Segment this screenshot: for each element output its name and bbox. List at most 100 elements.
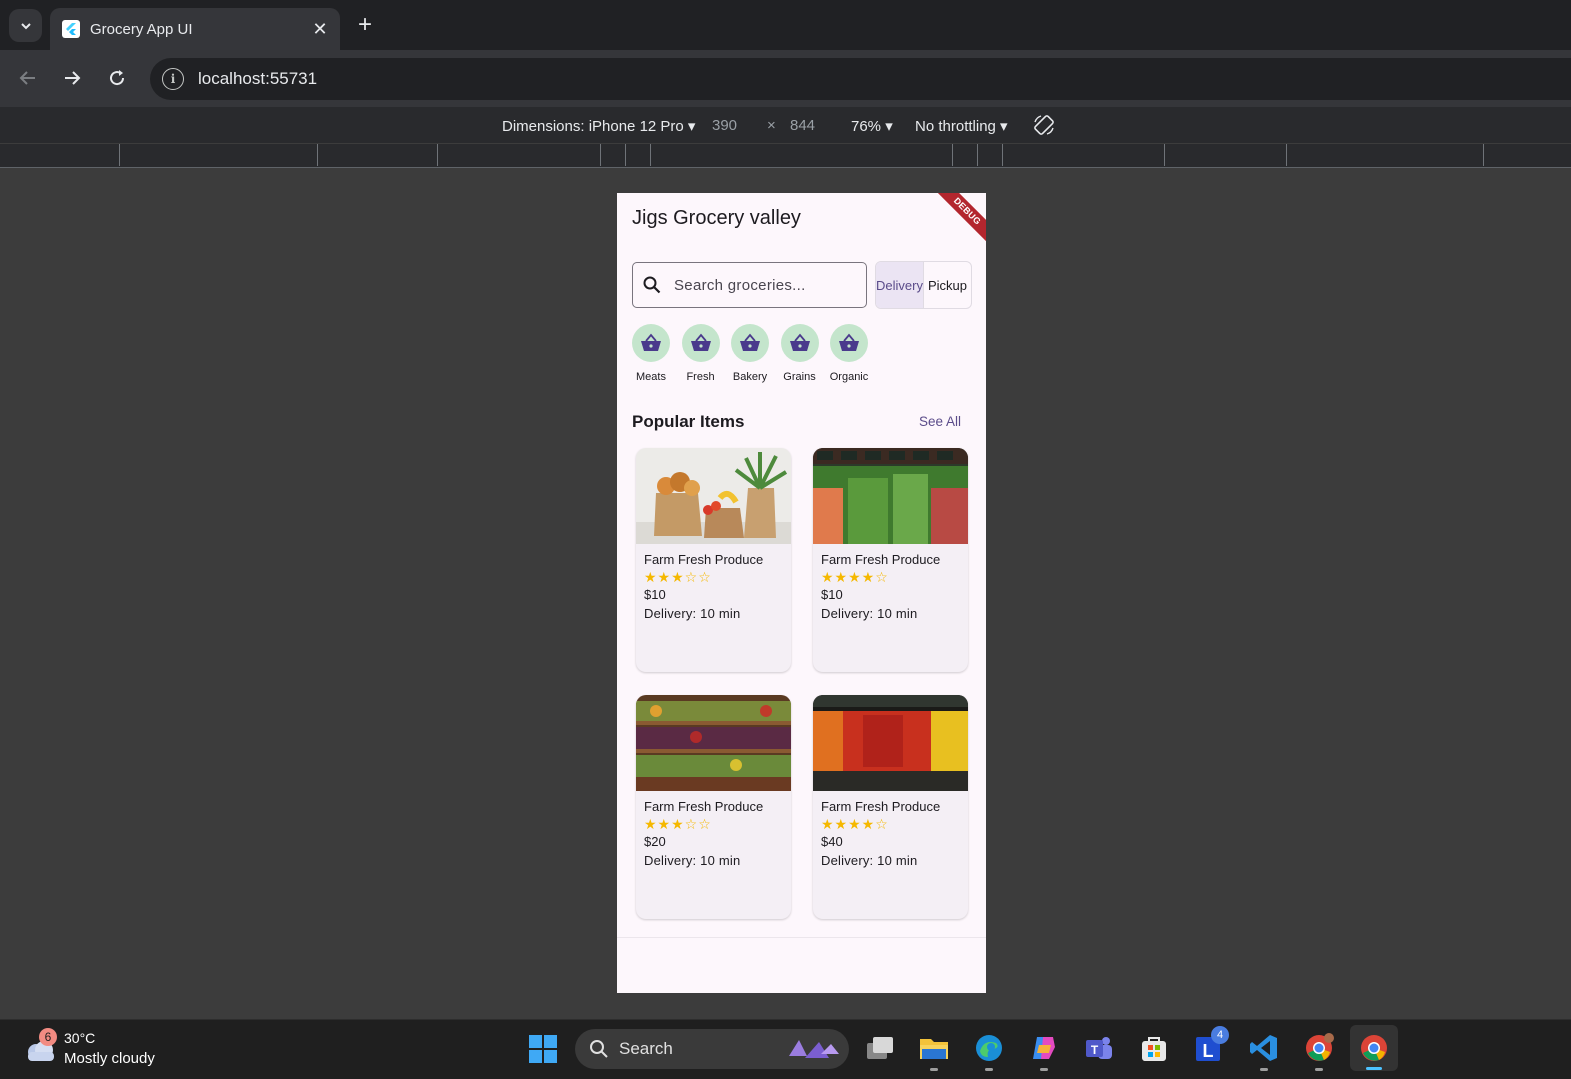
reload-button[interactable] <box>104 65 130 91</box>
category-fresh[interactable]: Fresh <box>681 324 720 383</box>
rating-stars: ★★★☆☆ <box>644 816 712 832</box>
basket-icon <box>789 333 810 351</box>
task-view-icon[interactable] <box>864 1032 896 1064</box>
category-list: Meats Fresh Bakery Grains Organic <box>632 324 880 383</box>
product-image <box>813 448 968 544</box>
category-grains[interactable]: Grains <box>780 324 819 383</box>
category-label: Organic <box>829 371 869 383</box>
svg-text:T: T <box>1091 1043 1099 1057</box>
tab-title: Grocery App UI <box>90 20 193 38</box>
file-explorer-icon[interactable] <box>918 1032 950 1071</box>
close-tab-icon[interactable]: ✕ <box>308 19 332 40</box>
dimension-separator: × <box>767 117 776 134</box>
new-tab-button[interactable]: + <box>352 11 378 38</box>
taskbar-search-label: Search <box>619 1039 673 1058</box>
forward-button[interactable] <box>59 65 85 91</box>
bottom-nav-divider <box>617 937 986 938</box>
forward-arrow-icon <box>65 71 81 85</box>
taskbar: 6 30°C Mostly cloudy Search T L 4 <box>0 1019 1571 1079</box>
device-toolbar: Dimensions: iPhone 12 Pro ▾ 390 × 844 76… <box>0 107 1571 144</box>
reload-icon <box>110 70 125 86</box>
edge-icon[interactable] <box>973 1032 1005 1071</box>
app-title: Jigs Grocery valley <box>632 207 801 229</box>
site-info-icon[interactable]: i <box>162 68 184 90</box>
browser-tab-strip: Grocery App UI ✕ + <box>0 0 1571 50</box>
product-card[interactable]: Farm Fresh Produce ★★★★☆ $10 Delivery: 1… <box>813 448 968 672</box>
device-label: Dimensions: iPhone 12 Pro <box>502 118 684 135</box>
width-input[interactable]: 390 <box>712 117 737 134</box>
delivery-option[interactable]: Delivery <box>876 262 924 308</box>
rating-stars: ★★★★☆ <box>821 569 889 585</box>
see-all-link[interactable]: See All <box>919 414 961 429</box>
product-card[interactable]: Farm Fresh Produce ★★★☆☆ $20 Delivery: 1… <box>636 695 791 919</box>
delivery-time: Delivery: 10 min <box>644 853 741 868</box>
category-label: Bakery <box>732 371 768 383</box>
throttling-label: No throttling <box>915 118 996 135</box>
tab-grocery-app[interactable]: Grocery App UI ✕ <box>50 8 340 50</box>
back-button[interactable] <box>15 65 41 91</box>
search-icon <box>590 1040 608 1058</box>
windows-start-icon[interactable] <box>527 1033 559 1065</box>
store-icon[interactable] <box>1138 1032 1170 1064</box>
device-dimensions-dropdown[interactable]: Dimensions: iPhone 12 Pro ▾ <box>502 117 695 135</box>
basket-icon <box>839 333 859 351</box>
temperature: 30°C <box>64 1030 96 1046</box>
category-meats[interactable]: Meats <box>632 324 670 383</box>
rating-stars: ★★★★☆ <box>821 816 889 832</box>
address-bar[interactable]: i localhost:55731 <box>150 58 1571 100</box>
zoom-label: 76% <box>851 118 882 135</box>
media-query-ruler <box>0 144 1571 168</box>
product-price: $10 <box>821 587 843 602</box>
product-image <box>636 695 791 791</box>
product-price: $40 <box>821 834 843 849</box>
notification-badge: 4 <box>1211 1026 1229 1044</box>
tab-search-button[interactable] <box>9 9 42 42</box>
product-image <box>636 448 791 544</box>
basket-icon <box>690 333 711 351</box>
product-image <box>813 695 968 791</box>
height-input[interactable]: 844 <box>790 117 815 134</box>
search-highlight-icon <box>789 1040 839 1058</box>
category-label: Grains <box>783 371 816 383</box>
back-arrow-icon <box>19 71 35 85</box>
weather-condition: Mostly cloudy <box>64 1050 155 1067</box>
weather-badge: 6 <box>39 1028 57 1046</box>
chrome-icon[interactable] <box>1350 1025 1398 1071</box>
flutter-icon <box>62 20 80 38</box>
product-card[interactable]: Farm Fresh Produce ★★★☆☆ $10 Delivery: 1… <box>636 448 791 672</box>
category-organic[interactable]: Organic <box>830 324 868 383</box>
category-bakery[interactable]: Bakery <box>731 324 769 383</box>
section-title: Popular Items <box>632 412 745 431</box>
product-name: Farm Fresh Produce <box>821 552 941 567</box>
category-label: Fresh <box>686 371 715 383</box>
app-viewport: DEBUG Jigs Grocery valley Search groceri… <box>617 193 986 993</box>
copilot-icon[interactable] <box>1028 1032 1060 1071</box>
vscode-icon[interactable] <box>1248 1032 1280 1071</box>
delivery-pickup-toggle: Delivery Pickup <box>875 261 972 309</box>
product-name: Farm Fresh Produce <box>644 552 764 567</box>
taskbar-search[interactable]: Search <box>575 1029 849 1069</box>
delivery-time: Delivery: 10 min <box>644 606 741 621</box>
product-name: Farm Fresh Produce <box>821 799 941 814</box>
svg-text:L: L <box>1203 1041 1214 1061</box>
search-icon <box>643 276 661 294</box>
pickup-option[interactable]: Pickup <box>924 262 971 308</box>
basket-icon <box>740 333 760 351</box>
teams-icon[interactable]: T <box>1083 1032 1115 1064</box>
delivery-time: Delivery: 10 min <box>821 606 918 621</box>
chrome-profile-icon[interactable] <box>1303 1032 1335 1071</box>
product-card[interactable]: Farm Fresh Produce ★★★★☆ $40 Delivery: 1… <box>813 695 968 919</box>
throttling-dropdown[interactable]: No throttling ▾ <box>915 117 1008 135</box>
search-input[interactable]: Search groceries... <box>632 262 867 308</box>
product-name: Farm Fresh Produce <box>644 799 764 814</box>
rating-stars: ★★★☆☆ <box>644 569 712 585</box>
app-l-icon[interactable]: L 4 <box>1193 1026 1229 1064</box>
basket-icon <box>641 333 661 351</box>
search-placeholder: Search groceries... <box>674 276 806 294</box>
rotate-icon[interactable] <box>1032 113 1056 141</box>
product-price: $10 <box>644 587 666 602</box>
browser-toolbar: i localhost:55731 <box>0 50 1571 107</box>
chevron-down-icon <box>20 22 31 29</box>
category-label: Meats <box>636 371 666 383</box>
zoom-dropdown[interactable]: 76% ▾ <box>851 117 893 135</box>
